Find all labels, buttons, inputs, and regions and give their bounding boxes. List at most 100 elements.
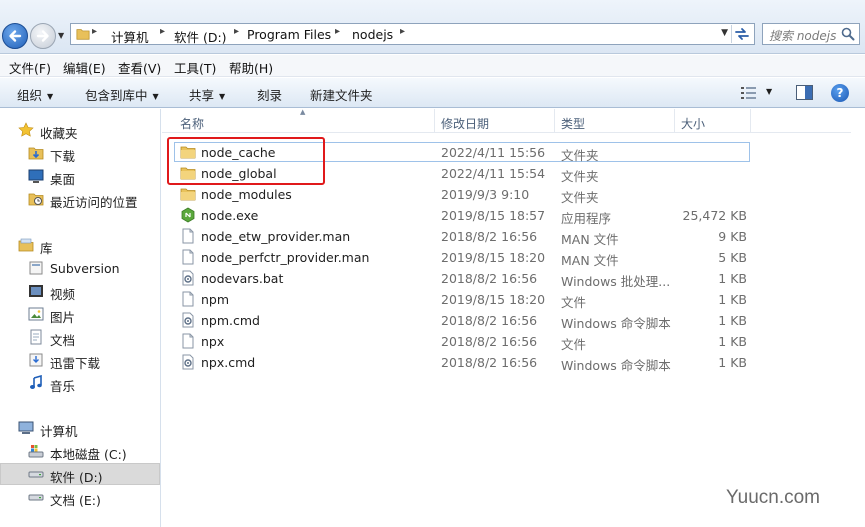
refresh-button[interactable]: [731, 25, 751, 43]
file-size: 1 KB: [718, 313, 747, 328]
column-date[interactable]: 修改日期: [441, 115, 489, 132]
nav-item-xunlei[interactable]: 迅雷下载: [0, 349, 160, 371]
file-size: 5 KB: [718, 250, 747, 265]
nav-item-documents[interactable]: 文档: [0, 326, 160, 348]
document-icon: [30, 329, 42, 345]
file-date: 2022/4/11 15:56: [441, 145, 546, 160]
new-folder-button[interactable]: 新建文件夹: [310, 85, 373, 104]
nav-label: 音乐: [50, 379, 76, 394]
breadcrumb-computer[interactable]: 计算机: [111, 27, 149, 46]
forward-button[interactable]: [30, 23, 56, 49]
table-row[interactable]: npm.cmd 2018/8/2 16:56 Windows 命令脚本 1 KB: [162, 310, 865, 331]
column-type[interactable]: 类型: [561, 115, 585, 132]
nav-item-drive-c[interactable]: 本地磁盘 (C:): [0, 440, 160, 462]
chevron-down-icon[interactable]: ▼: [766, 87, 772, 96]
back-button[interactable]: [2, 23, 28, 49]
music-icon: [30, 375, 42, 389]
search-placeholder: 搜索 nodejs: [769, 29, 837, 43]
file-icon: [182, 333, 194, 349]
search-icon[interactable]: [841, 27, 855, 41]
file-icon: [182, 291, 194, 307]
nav-item-recent[interactable]: 最近访问的位置: [0, 188, 160, 210]
file-type: 应用程序: [561, 211, 612, 226]
address-bar[interactable]: ▸ 计算机 ▸ 软件 (D:) ▸ Program Files ▸ nodejs…: [70, 23, 755, 45]
chevron-down-icon: ▼: [219, 92, 226, 101]
nav-item-pictures[interactable]: 图片: [0, 303, 160, 325]
column-name[interactable]: 名称: [180, 115, 204, 132]
chevron-right-icon[interactable]: ▸: [92, 26, 97, 37]
menu-help[interactable]: 帮助(H): [229, 58, 273, 77]
command-bar: 组织 ▼ 包含到库中 ▼ 共享 ▼ 刻录 新建文件夹 ▼ ?: [0, 78, 865, 108]
include-library-button[interactable]: 包含到库中 ▼: [85, 85, 159, 104]
column-divider[interactable]: [750, 109, 751, 133]
column-header: ▲ 名称 修改日期 类型 大小: [162, 108, 865, 133]
nav-item-libraries[interactable]: 库: [0, 234, 160, 256]
file-date: 2019/8/15 18:57: [441, 208, 546, 223]
share-button[interactable]: 共享 ▼: [189, 85, 225, 104]
nav-item-desktop[interactable]: 桌面: [0, 165, 160, 187]
burn-button[interactable]: 刻录: [257, 85, 282, 104]
file-type: 文件夹: [561, 169, 599, 184]
table-row[interactable]: nodevars.bat 2018/8/2 16:56 Windows 批处理...…: [162, 268, 865, 289]
nav-item-drive-e[interactable]: 文档 (E:): [0, 486, 160, 508]
menu-view[interactable]: 查看(V): [118, 58, 161, 77]
file-name: node.exe: [201, 208, 259, 223]
file-type: 文件夹: [561, 190, 599, 205]
chevron-right-icon[interactable]: ▸: [234, 26, 239, 37]
organize-button[interactable]: 组织 ▼: [17, 85, 53, 104]
nav-item-subversion[interactable]: Subversion: [0, 257, 160, 279]
folder-icon: [180, 188, 196, 201]
file-size: 1 KB: [718, 292, 747, 307]
table-row[interactable]: node_etw_provider.man 2018/8/2 16:56 MAN 文…: [162, 226, 865, 247]
script-icon: [182, 354, 194, 370]
column-size[interactable]: 大小: [681, 115, 705, 132]
table-row[interactable]: npx.cmd 2018/8/2 16:56 Windows 命令脚本 1 KB: [162, 352, 865, 373]
star-icon: [18, 122, 34, 137]
breadcrumb-program-files[interactable]: Program Files: [247, 27, 331, 42]
nav-item-downloads[interactable]: 下载: [0, 142, 160, 164]
vertical-scrollbar[interactable]: [851, 109, 865, 527]
file-date: 2019/8/15 18:20: [441, 292, 546, 307]
breadcrumb-drive-d[interactable]: 软件 (D:): [174, 27, 227, 46]
menu-tools[interactable]: 工具(T): [174, 58, 216, 77]
breadcrumb-nodejs[interactable]: nodejs: [352, 27, 393, 42]
file-name: node_modules: [201, 187, 292, 202]
menu-file[interactable]: 文件(F): [9, 58, 51, 77]
file-type: Windows 批处理...: [561, 274, 671, 289]
file-type: Windows 命令脚本: [561, 358, 671, 373]
nav-item-music[interactable]: 音乐: [0, 372, 160, 394]
table-row[interactable]: node.exe 2019/8/15 18:57 应用程序 25,472 KB: [162, 205, 865, 226]
nav-label: 收藏夹: [40, 126, 78, 141]
table-row[interactable]: node_perfctr_provider.man 2019/8/15 18:20…: [162, 247, 865, 268]
arrow-left-icon: [9, 30, 22, 42]
nav-label: 软件 (D:): [50, 470, 103, 485]
column-divider[interactable]: [434, 109, 435, 133]
file-size: 25,472 KB: [682, 208, 747, 223]
chevron-right-icon[interactable]: ▸: [335, 26, 340, 37]
menu-edit[interactable]: 编辑(E): [63, 58, 106, 77]
file-size: 1 KB: [718, 355, 747, 370]
file-type: 文件: [561, 337, 587, 352]
column-divider[interactable]: [554, 109, 555, 133]
nav-item-videos[interactable]: 视频: [0, 280, 160, 302]
library-folder-icon: [29, 261, 43, 275]
address-toolbar: ▼ ▸ 计算机 ▸ 软件 (D:) ▸ Program Files ▸ node…: [0, 0, 865, 54]
help-icon[interactable]: ?: [831, 84, 849, 102]
column-divider[interactable]: [674, 109, 675, 133]
table-row[interactable]: npm 2019/8/15 18:20 文件 1 KB: [162, 289, 865, 310]
search-input[interactable]: 搜索 nodejs: [762, 23, 860, 45]
nav-item-favorites[interactable]: 收藏夹: [0, 119, 160, 141]
preview-pane-icon[interactable]: [796, 85, 813, 100]
table-row[interactable]: npx 2018/8/2 16:56 文件 1 KB: [162, 331, 865, 352]
nav-label: 计算机: [40, 424, 78, 439]
chevron-right-icon[interactable]: ▸: [400, 26, 405, 37]
view-options-icon[interactable]: [741, 86, 757, 100]
nav-item-computer[interactable]: 计算机: [0, 417, 160, 439]
nav-item-drive-d[interactable]: 软件 (D:): [0, 463, 160, 485]
recent-pages-dropdown-icon[interactable]: ▼: [58, 31, 68, 41]
table-row[interactable]: node_modules 2019/9/3 9:10 文件夹: [162, 184, 865, 205]
chevron-right-icon[interactable]: ▸: [160, 26, 165, 37]
download-folder-icon: [29, 353, 43, 367]
file-name: npx: [201, 334, 225, 349]
address-history-dropdown-icon[interactable]: ▼: [721, 28, 728, 38]
